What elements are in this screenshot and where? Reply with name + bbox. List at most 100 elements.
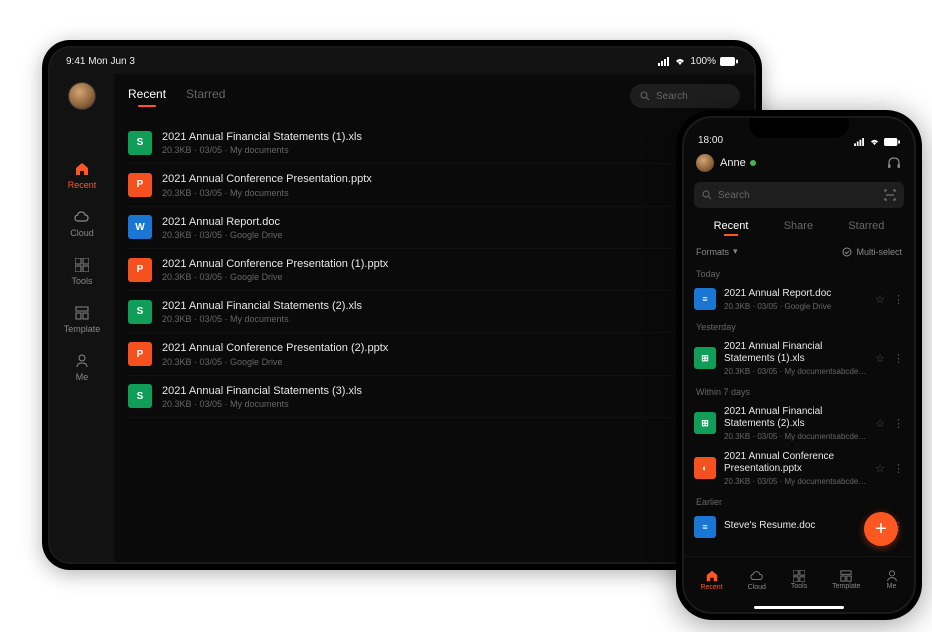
search-placeholder: Search [718, 190, 750, 201]
file-info: 2021 Annual Financial Statements (1).xls… [724, 341, 867, 376]
file-meta: 20.3KB · 03/05 · My documents [162, 314, 711, 324]
file-name: 2021 Annual Report.doc [724, 288, 867, 301]
avatar[interactable] [68, 82, 96, 110]
file-name: 2021 Annual Conference Presentation.pptx [162, 172, 711, 186]
multiselect-label: Multi-select [856, 247, 902, 257]
tablet-body: Recent Cloud Tools [50, 74, 754, 562]
tablet-statusbar: 9:41 Mon Jun 3 100% [50, 48, 754, 74]
file-info: 2021 Annual Report.doc 20.3KB · 03/05 · … [162, 215, 711, 240]
file-type-icon: ⊞ [694, 347, 716, 369]
file-row[interactable]: ≡ 2021 Annual Report.doc 20.3KB · 03/05 … [694, 283, 904, 316]
file-type-icon: S [128, 384, 152, 408]
more-icon[interactable]: ⋮ [893, 417, 904, 430]
sidebar-item-template[interactable]: Template [64, 304, 101, 334]
file-row[interactable]: P 2021 Annual Conference Presentation (2… [128, 333, 740, 375]
sidebar-label: Template [64, 324, 101, 334]
sidebar-label: Cloud [70, 228, 94, 238]
file-info: 2021 Annual Conference Presentation.pptx… [724, 451, 867, 486]
wifi-icon [674, 57, 686, 66]
nav-recent[interactable]: Recent [700, 569, 722, 591]
sidebar-item-recent[interactable]: Recent [68, 160, 97, 190]
tablet-screen: 9:41 Mon Jun 3 100% [48, 46, 756, 564]
file-meta: 20.3KB · 03/05 · My documentsabcdefgh... [724, 367, 867, 376]
file-name: 2021 Annual Financial Statements (1).xls [162, 130, 711, 144]
multiselect-button[interactable]: Multi-select [842, 247, 902, 257]
person-icon [886, 570, 898, 582]
file-name: 2021 Annual Conference Presentation (1).… [162, 257, 711, 271]
star-icon[interactable]: ☆ [875, 417, 885, 430]
add-button[interactable]: + [864, 512, 898, 546]
file-meta: 20.3KB · 03/05 · Google Drive [162, 357, 711, 367]
more-icon[interactable]: ⋮ [893, 352, 904, 365]
headphones-icon[interactable] [886, 155, 902, 171]
nav-me[interactable]: Me [886, 570, 898, 590]
search-input[interactable]: Search [694, 182, 904, 208]
nav-cloud[interactable]: Cloud [748, 569, 766, 591]
file-row[interactable]: S 2021 Annual Financial Statements (3).x… [128, 376, 740, 418]
search-icon [640, 91, 650, 101]
home-icon [705, 569, 719, 583]
file-actions: ☆ ⋮ [875, 462, 904, 475]
search-input[interactable]: Search [630, 84, 740, 108]
file-meta: 20.3KB · 03/05 · My documentsabcdefgh... [724, 477, 867, 486]
grid-icon [73, 256, 91, 274]
main-content: Recent Starred Search S 2021 Annual Fina… [114, 74, 754, 562]
file-meta: 20.3KB · 03/05 · Google Drive [162, 230, 711, 240]
file-type-icon: P [128, 173, 152, 197]
file-type-icon: P [128, 258, 152, 282]
avatar[interactable] [696, 154, 714, 172]
file-meta: 20.3KB · 03/05 · Google Drive [162, 272, 711, 282]
file-row[interactable]: S 2021 Annual Financial Statements (2).x… [128, 291, 740, 333]
phone-time: 18:00 [698, 135, 723, 146]
home-icon [73, 160, 91, 178]
star-icon[interactable]: ☆ [875, 293, 885, 306]
notch [749, 118, 849, 138]
star-icon[interactable]: ☆ [875, 352, 885, 365]
file-info: 2021 Annual Conference Presentation (2).… [162, 341, 711, 366]
cloud-icon [750, 569, 764, 583]
person-icon [73, 352, 91, 370]
search-icon [702, 190, 712, 200]
file-info: 2021 Annual Financial Statements (2).xls… [724, 406, 867, 441]
file-row[interactable]: ⊞ 2021 Annual Financial Statements (1).x… [694, 336, 904, 381]
file-actions: ☆ ⋮ [875, 352, 904, 365]
file-type-icon: ≡ [694, 288, 716, 310]
file-type-icon: ⊞ [694, 412, 716, 434]
file-name: 2021 Annual Conference Presentation (2).… [162, 341, 711, 355]
scan-icon[interactable] [884, 189, 896, 201]
file-row[interactable]: ◐ 2021 Annual Conference Presentation.pp… [694, 446, 904, 491]
tab-recent[interactable]: Recent [714, 220, 749, 236]
home-indicator[interactable] [754, 606, 844, 609]
tab-share[interactable]: Share [784, 220, 813, 236]
phone-device: 18:00 Anne Search Recent [676, 110, 922, 620]
file-meta: 20.3KB · 03/05 · My documents [162, 399, 711, 409]
file-type-icon: S [128, 131, 152, 155]
file-row[interactable]: S 2021 Annual Financial Statements (1).x… [128, 122, 740, 164]
section-label: Today [694, 263, 904, 283]
file-row[interactable]: W 2021 Annual Report.doc 20.3KB · 03/05 … [128, 207, 740, 249]
file-type-icon: P [128, 342, 152, 366]
file-row[interactable]: P 2021 Annual Conference Presentation (1… [128, 249, 740, 291]
nav-tools[interactable]: Tools [791, 570, 807, 590]
more-icon[interactable]: ⋮ [893, 462, 904, 475]
file-row[interactable]: P 2021 Annual Conference Presentation.pp… [128, 164, 740, 206]
file-info: 2021 Annual Report.doc 20.3KB · 03/05 · … [724, 288, 867, 311]
filter-row: Formats ▾ Multi-select [684, 240, 914, 263]
more-icon[interactable]: ⋮ [893, 293, 904, 306]
tab-recent[interactable]: Recent [128, 87, 166, 105]
template-icon [840, 570, 852, 582]
tab-starred[interactable]: Starred [848, 220, 884, 236]
file-row[interactable]: ⊞ 2021 Annual Financial Statements (2).x… [694, 401, 904, 446]
battery-icon [884, 138, 900, 146]
star-icon[interactable]: ☆ [875, 462, 885, 475]
sidebar-item-me[interactable]: Me [73, 352, 91, 382]
file-actions: ☆ ⋮ [875, 417, 904, 430]
tab-starred[interactable]: Starred [186, 87, 225, 105]
sidebar-item-tools[interactable]: Tools [71, 256, 92, 286]
sidebar-label: Recent [68, 180, 97, 190]
sidebar-item-cloud[interactable]: Cloud [70, 208, 94, 238]
formats-filter[interactable]: Formats ▾ [696, 246, 738, 257]
nav-template[interactable]: Template [832, 570, 860, 590]
nav-label: Recent [700, 584, 722, 591]
tabs-row: Recent Starred Search [128, 76, 740, 116]
